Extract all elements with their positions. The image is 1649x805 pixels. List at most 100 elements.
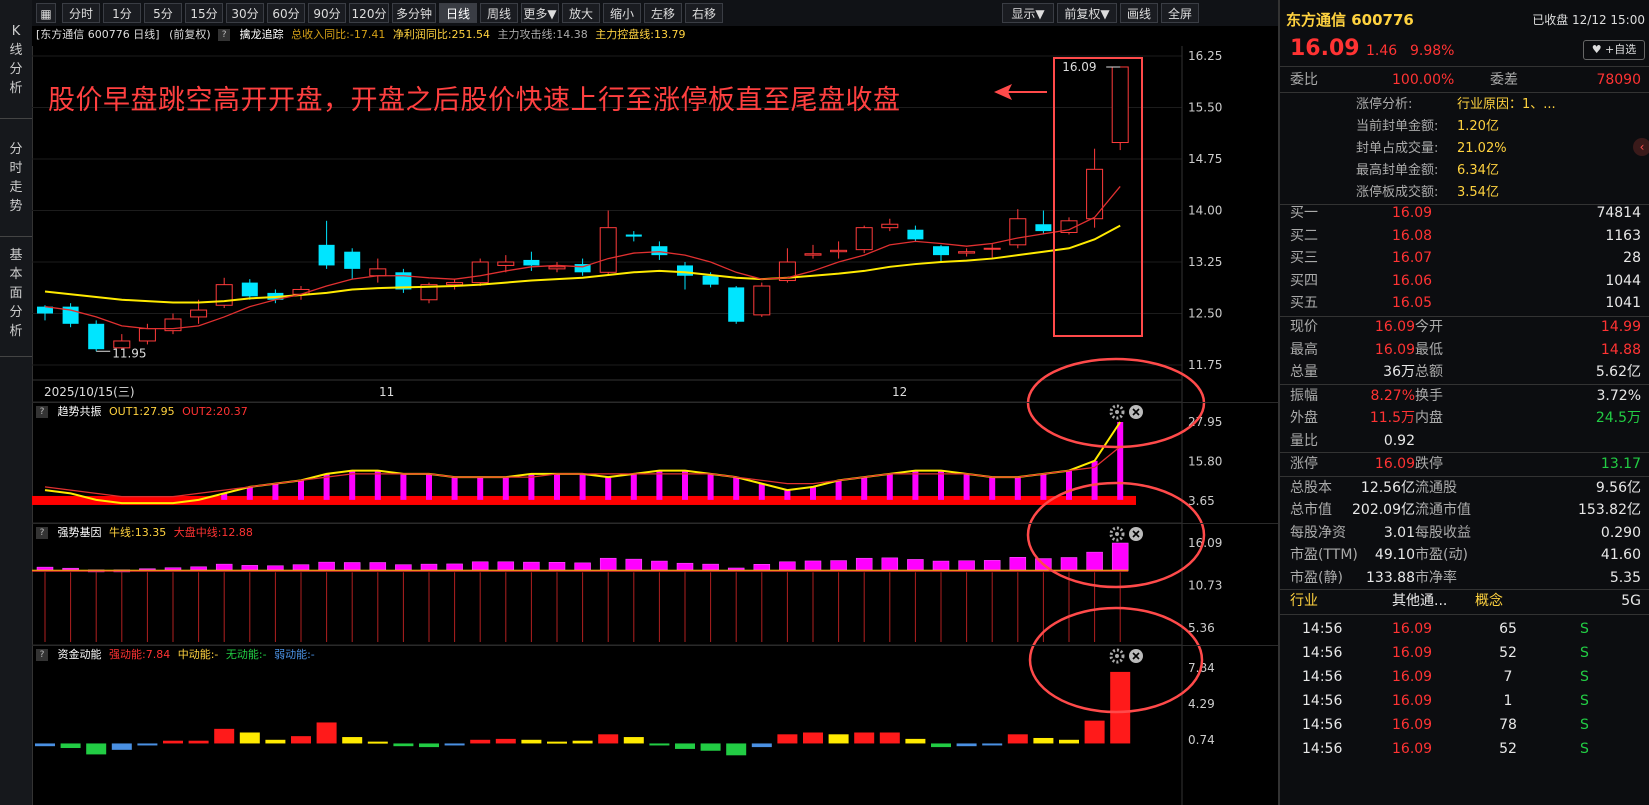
toolbar-btn-4[interactable]: 30分 bbox=[226, 3, 264, 23]
toolbar-btn-8[interactable]: 多分钟 bbox=[392, 3, 436, 23]
panel2-line2: 大盘中线:12.88 bbox=[173, 526, 253, 539]
candle-body bbox=[855, 227, 873, 251]
panel3-momentum-bar bbox=[342, 737, 363, 744]
toolbar-btn-6[interactable]: 90分 bbox=[308, 3, 346, 23]
panel1-bar bbox=[298, 480, 304, 500]
stats4-k2-4: 市净率 bbox=[1415, 569, 1457, 586]
toolbar-btn-2[interactable]: 5分 bbox=[144, 3, 182, 23]
toolbar-btn-3[interactable]: 15分 bbox=[185, 3, 223, 23]
help-icon[interactable]: ? bbox=[218, 29, 231, 41]
toolbar-btn-11[interactable]: 更多▼ bbox=[521, 3, 559, 23]
industry-value[interactable]: 其他通... bbox=[1392, 590, 1447, 612]
tab-intraday[interactable]: 分时走势 bbox=[0, 140, 32, 237]
limit-val-2: 21.02% bbox=[1457, 141, 1507, 156]
tick-price-4: 16.09 bbox=[1392, 717, 1433, 733]
concept-value[interactable]: 5G bbox=[1621, 590, 1641, 612]
panel2-gene-bar bbox=[471, 561, 489, 571]
panel2-gene-bar bbox=[523, 561, 540, 571]
y-tick-label: 16.25 bbox=[1188, 49, 1222, 63]
toolbar-right-btn-0[interactable]: 显示▼ bbox=[1002, 3, 1054, 23]
panel2-gene-bar bbox=[1111, 542, 1129, 571]
stats4-v2-4: 5.35 bbox=[1609, 569, 1641, 586]
panel2-gene-bar bbox=[1009, 557, 1027, 571]
help-icon[interactable]: ? bbox=[36, 527, 48, 539]
y-tick-label: 14.75 bbox=[1188, 152, 1222, 166]
calendar-icon[interactable]: ▦ bbox=[36, 3, 56, 23]
limit-key-0: 涨停分析: bbox=[1356, 97, 1413, 112]
panel1-bar bbox=[861, 477, 868, 500]
tick-side-2: S bbox=[1580, 669, 1589, 685]
tick-side-4: S bbox=[1580, 717, 1589, 733]
panel1-bar bbox=[835, 480, 842, 500]
panel3-momentum-bar bbox=[393, 743, 414, 747]
candle-body bbox=[1111, 66, 1129, 144]
panel1-bar bbox=[477, 477, 484, 500]
panel1-bar bbox=[400, 473, 407, 500]
panel2-gene-bar bbox=[215, 563, 233, 571]
help-icon[interactable]: ? bbox=[36, 406, 48, 418]
toolbar-right-btn-1[interactable]: 前复权▼ bbox=[1057, 3, 1117, 23]
panel2-title: 强势基因 bbox=[57, 526, 102, 539]
toolbar-btn-10[interactable]: 周线 bbox=[480, 3, 518, 23]
panel2-gene-bar bbox=[958, 560, 975, 571]
panel1-bar bbox=[605, 477, 612, 500]
buy-level-label-4: 买五 bbox=[1290, 295, 1318, 311]
toolbar-btn-14[interactable]: 左移 bbox=[644, 3, 682, 23]
panel1-bar bbox=[554, 473, 560, 500]
stats4-k1-0: 总股本 bbox=[1290, 479, 1332, 496]
toolbar-right-btn-3[interactable]: 全屏 bbox=[1161, 3, 1199, 23]
candle-body bbox=[523, 259, 540, 266]
candle-body bbox=[753, 285, 771, 316]
panel3-momentum-bar bbox=[86, 743, 107, 755]
toolbar-btn-9[interactable]: 日线 bbox=[439, 3, 477, 23]
candle-body bbox=[190, 309, 208, 318]
stats4-k1-3: 市盈(TTM) bbox=[1290, 547, 1358, 563]
panel3-momentum-bar bbox=[470, 739, 491, 744]
stats4-k2-3: 市盈(动) bbox=[1415, 547, 1468, 563]
panel3-title: 资金动能 bbox=[57, 648, 102, 661]
adjust-label: (前复权) bbox=[169, 28, 211, 41]
add-favorite-button[interactable]: ♥ +自选 bbox=[1583, 40, 1645, 60]
tab-fundamentals[interactable]: 基本面分析 bbox=[0, 246, 32, 357]
panel1-bar bbox=[426, 473, 432, 500]
buy-level-volume-3: 1044 bbox=[1605, 272, 1641, 289]
toolbar-btn-7[interactable]: 120分 bbox=[349, 3, 389, 23]
tick-time-4: 14:56 bbox=[1302, 717, 1343, 733]
panel1-bar bbox=[989, 477, 996, 500]
collapse-arrow-icon[interactable]: ‹ bbox=[1633, 138, 1649, 156]
panel2-gene-bar bbox=[446, 563, 463, 571]
toolbar-btn-0[interactable]: 分时 bbox=[62, 3, 100, 23]
stats1-v2-0: 14.99 bbox=[1600, 319, 1641, 335]
panel1-bar bbox=[579, 473, 586, 500]
toolbar-btn-12[interactable]: 放大 bbox=[562, 3, 600, 23]
stats-separator-3 bbox=[1280, 589, 1649, 590]
panel3-momentum-bar bbox=[982, 743, 1003, 746]
annotation-text: 股价早盘跳空高开开盘，开盘之后股价快速上行至涨停板直至尾盘收盘 bbox=[48, 85, 901, 116]
chart-area[interactable]: 16.25 15.50 14.75 14.00 13.25 12.50 11.75 2025/… bbox=[32, 46, 1278, 805]
tab-kline-analysis[interactable]: K线分析 bbox=[0, 22, 32, 119]
panel3-momentum-bar bbox=[239, 732, 260, 744]
panel3-momentum-bar bbox=[111, 743, 132, 750]
panel1-bar bbox=[682, 470, 688, 500]
panel3-line3: 无动能:- bbox=[225, 648, 267, 661]
toolbar-btn-5[interactable]: 60分 bbox=[267, 3, 305, 23]
toolbar-btn-13[interactable]: 缩小 bbox=[603, 3, 641, 23]
panel2-gene-bar bbox=[318, 561, 335, 571]
limit-val-0: 行业原因：1、... bbox=[1457, 97, 1556, 112]
panel3-momentum-bar bbox=[700, 743, 721, 751]
toolbar-btn-1[interactable]: 1分 bbox=[103, 3, 141, 23]
panel3-momentum-bar bbox=[1110, 671, 1131, 744]
industry-label: 行业 bbox=[1290, 593, 1318, 609]
panel1-bar bbox=[502, 477, 509, 500]
help-icon[interactable]: ? bbox=[36, 649, 48, 661]
toolbar-btn-15[interactable]: 右移 bbox=[685, 3, 723, 23]
panel3-momentum-bar bbox=[214, 728, 235, 744]
toolbar-right-btn-2[interactable]: 画线 bbox=[1120, 3, 1158, 23]
panel3-momentum-bar bbox=[367, 741, 388, 744]
candle-body bbox=[677, 265, 693, 276]
panel1-y-tick: 3.65 bbox=[1188, 494, 1215, 508]
panel3-momentum-bar bbox=[547, 741, 567, 744]
limit-key-1: 当前封单金额: bbox=[1356, 119, 1439, 134]
industry-separator bbox=[1280, 614, 1649, 615]
panel3-momentum-bar bbox=[521, 739, 542, 744]
